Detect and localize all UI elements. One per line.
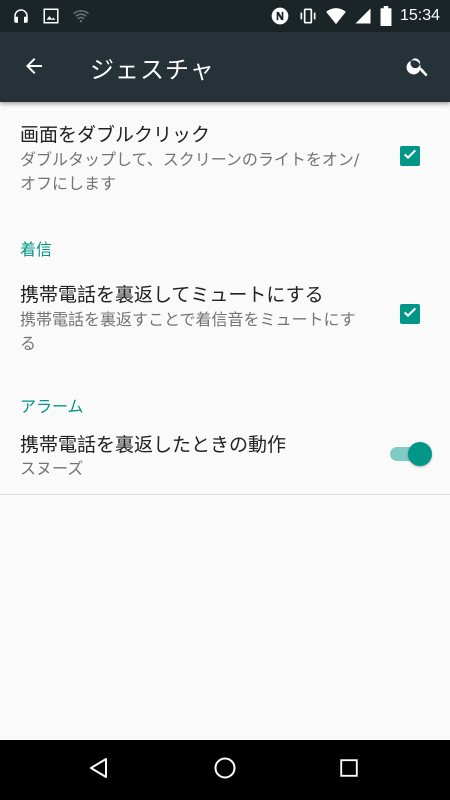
flip-action-switch[interactable] — [388, 442, 432, 466]
pref-title: 携帯電話を裏返してミュートにする — [20, 284, 324, 306]
screen: 15:34 ジェスチャ 画面をダブルクリック ダブルタップして、スクリーンのライ… — [0, 0, 450, 800]
search-button[interactable] — [402, 52, 434, 84]
arrow-back-icon — [22, 54, 46, 82]
switch-thumb — [408, 442, 432, 466]
pref-summary: スヌーズ — [20, 459, 84, 478]
page-title: ジェスチャ — [90, 56, 215, 84]
status-bar-left — [12, 7, 102, 25]
pref-title: 携帯電話を裏返したときの動作 — [20, 434, 287, 456]
nav-recents-button[interactable] — [331, 752, 367, 788]
signal-icon — [354, 7, 372, 25]
pref-flip-action[interactable]: 携帯電話を裏返したときの動作 スヌーズ — [0, 418, 450, 494]
headphones-icon — [12, 7, 30, 25]
check-icon — [402, 146, 418, 166]
flip-mute-checkbox[interactable] — [400, 304, 420, 324]
wifi-icon — [326, 7, 346, 25]
search-icon — [405, 53, 431, 83]
status-bar-right: 15:34 — [262, 6, 440, 26]
section-header-alarm: アラーム — [20, 397, 84, 416]
nfc-icon — [270, 6, 290, 26]
home-circle-icon — [213, 756, 237, 784]
navigation-bar — [0, 740, 450, 800]
status-time: 15:34 — [399, 7, 440, 24]
pref-double-click-screen[interactable]: 画面をダブルクリック ダブルタップして、スクリーンのライトをオン/オフにします — [0, 102, 450, 212]
back-triangle-icon — [87, 756, 111, 784]
list-divider — [0, 494, 450, 495]
recents-square-icon — [338, 757, 360, 783]
image-icon — [42, 7, 60, 25]
pref-summary: ダブルタップして、スクリーンのライトをオン/オフにします — [20, 150, 360, 193]
section-header-incoming-call: 着信 — [20, 240, 53, 259]
double-click-checkbox[interactable] — [400, 146, 420, 166]
wifi-off-icon — [72, 7, 90, 25]
pref-flip-to-mute[interactable]: 携帯電話を裏返してミュートにする 携帯電話を裏返すことで着信音をミュートにする — [0, 262, 450, 362]
pref-summary: 携帯電話を裏返すことで着信音をミュートにする — [20, 310, 356, 353]
app-bar: ジェスチャ — [0, 32, 450, 102]
nav-home-button[interactable] — [207, 752, 243, 788]
status-bar: 15:34 — [0, 0, 450, 32]
back-button[interactable] — [18, 52, 50, 84]
check-icon — [402, 304, 418, 324]
vibrate-icon — [298, 6, 318, 26]
nav-back-button[interactable] — [81, 752, 117, 788]
battery-icon — [380, 6, 392, 26]
pref-title: 画面をダブルクリック — [20, 124, 211, 146]
